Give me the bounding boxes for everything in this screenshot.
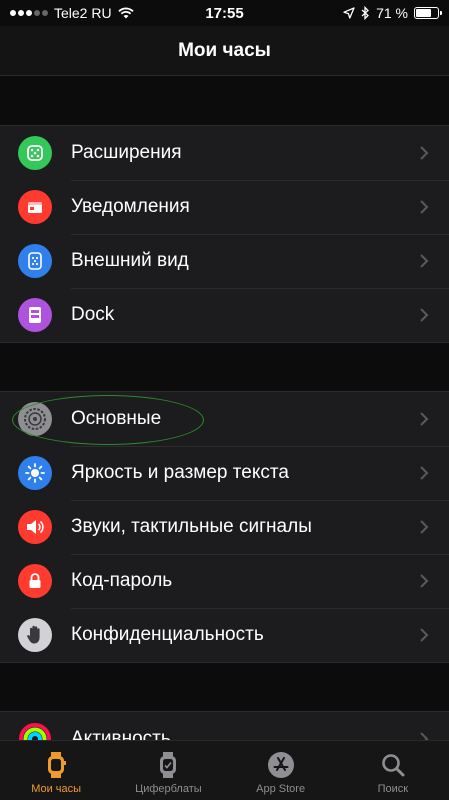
tab-watch-faces[interactable]: Циферблаты — [112, 741, 224, 800]
status-time: 17:55 — [205, 4, 244, 22]
location-icon — [343, 7, 355, 19]
battery-icon — [414, 7, 442, 19]
row-label: Яркость и размер текста — [71, 462, 289, 483]
chevron-right-icon — [413, 728, 435, 740]
row-label: Уведомления — [71, 196, 190, 217]
battery-fill — [416, 9, 431, 17]
chevron-right-icon — [413, 570, 435, 592]
row-label: Конфиденциальность — [71, 624, 264, 645]
tab-label: Поиск — [377, 783, 409, 795]
tab-label: App Store — [256, 783, 306, 795]
settings-group-fitness: Активность — [0, 711, 449, 740]
watch-face-icon — [153, 750, 183, 780]
tab-bar: Мои часы Циферблаты App Store Поиск — [0, 740, 449, 800]
carrier-name: Tele2 RU — [54, 5, 112, 21]
section-spacer — [0, 663, 449, 711]
brightness-icon — [18, 456, 52, 490]
settings-group-apps: Расширения Уведомления Внешний вид Dock — [0, 125, 449, 343]
settings-row-privacy[interactable]: Конфиденциальность — [0, 608, 449, 662]
tab-search[interactable]: Поиск — [337, 741, 449, 800]
settings-row-complications[interactable]: Расширения — [0, 126, 449, 180]
tab-app-store[interactable]: App Store — [225, 741, 337, 800]
complications-icon — [18, 136, 52, 170]
chevron-right-icon — [413, 196, 435, 218]
app-view-icon — [18, 244, 52, 278]
tab-label: Мои часы — [31, 783, 82, 795]
settings-row-sounds[interactable]: Звуки, тактильные сигналы — [0, 500, 449, 554]
tab-my-watch[interactable]: Мои часы — [0, 741, 112, 800]
lock-icon — [18, 564, 52, 598]
row-label: Активность — [71, 728, 171, 740]
settings-row-general[interactable]: Основные — [0, 392, 449, 446]
chevron-right-icon — [413, 462, 435, 484]
app-store-icon — [266, 750, 296, 780]
row-label: Расширения — [71, 142, 182, 163]
wifi-icon — [117, 7, 134, 19]
chevron-right-icon — [413, 516, 435, 538]
notifications-icon — [18, 190, 52, 224]
activity-rings-icon — [18, 722, 52, 740]
settings-row-dock[interactable]: Dock — [0, 288, 449, 342]
chevron-right-icon — [413, 624, 435, 646]
hand-icon — [18, 618, 52, 652]
dock-icon — [18, 298, 52, 332]
chevron-right-icon — [413, 304, 435, 326]
row-label: Основные — [71, 408, 162, 429]
status-right: 71 % — [343, 5, 442, 21]
bluetooth-icon — [361, 6, 370, 20]
settings-row-notifications[interactable]: Уведомления — [0, 180, 449, 234]
search-icon — [378, 750, 408, 780]
row-label: Dock — [71, 304, 115, 325]
status-left: Tele2 RU — [10, 5, 134, 21]
section-spacer — [0, 343, 449, 391]
row-label: Код-пароль — [71, 570, 173, 591]
settings-row-passcode[interactable]: Код-пароль — [0, 554, 449, 608]
speaker-icon — [18, 510, 52, 544]
watch-icon — [41, 750, 71, 780]
chevron-right-icon — [413, 142, 435, 164]
navigation-bar: Мои часы — [0, 26, 449, 76]
settings-list[interactable]: Расширения Уведомления Внешний вид Dock — [0, 77, 449, 740]
settings-row-activity[interactable]: Активность — [0, 712, 449, 740]
row-label: Внешний вид — [71, 250, 189, 271]
page-title: Мои часы — [178, 39, 271, 61]
settings-row-app-view[interactable]: Внешний вид — [0, 234, 449, 288]
status-bar: Tele2 RU 17:55 71 % — [0, 0, 449, 26]
tab-label: Циферблаты — [135, 783, 202, 795]
section-spacer — [0, 77, 449, 125]
gear-icon — [18, 402, 52, 436]
settings-row-brightness[interactable]: Яркость и размер текста — [0, 446, 449, 500]
row-label: Звуки, тактильные сигналы — [71, 516, 312, 537]
chevron-right-icon — [413, 250, 435, 272]
battery-percent: 71 % — [376, 5, 408, 21]
settings-group-system: Основные Яркость и размер текста Звуки, … — [0, 391, 449, 663]
signal-strength-icon — [10, 10, 48, 16]
chevron-right-icon — [413, 408, 435, 430]
